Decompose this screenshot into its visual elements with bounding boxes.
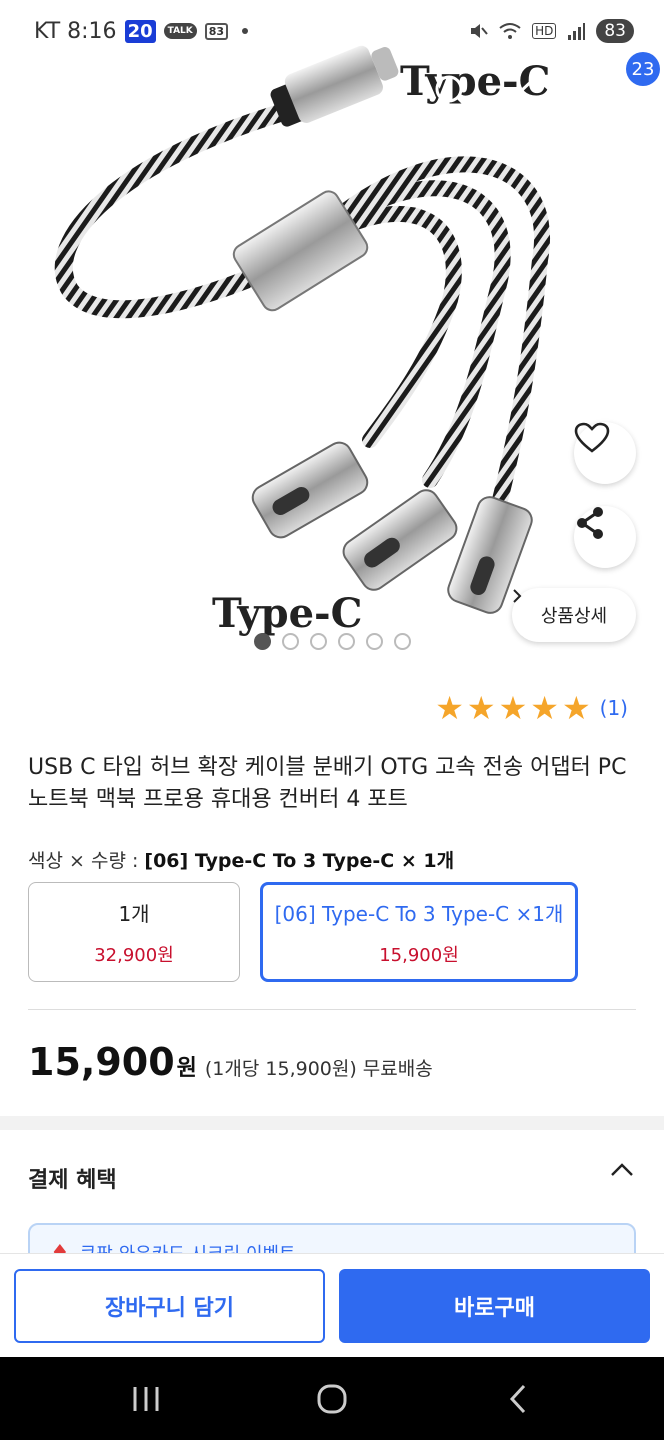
option-label-prefix: 색상 × 수량 : bbox=[28, 850, 145, 872]
search-button[interactable] bbox=[430, 70, 474, 114]
add-to-cart-button[interactable]: 장바구니 담기 bbox=[14, 1269, 325, 1343]
heart-icon bbox=[574, 422, 610, 453]
share-button[interactable] bbox=[574, 506, 636, 568]
divider bbox=[28, 1009, 636, 1010]
price-detail: (1개당 15,900원) 무료배송 bbox=[204, 1058, 433, 1080]
search-icon bbox=[435, 75, 470, 110]
carousel-dot[interactable] bbox=[366, 633, 383, 650]
rating-summary[interactable]: ★ ★ ★ ★ ★ (1) bbox=[435, 692, 628, 724]
price-row: 15,900 원 (1개당 15,900원) 무료배송 bbox=[28, 1040, 433, 1084]
carrier-time: KT 8:16 bbox=[34, 18, 117, 44]
recent-apps-button[interactable] bbox=[124, 1377, 168, 1421]
option-card-selected[interactable]: [06] Type-C To 3 Type-C ×1개 15,900원 bbox=[260, 882, 578, 982]
collapse-button[interactable] bbox=[610, 1162, 634, 1181]
mute-icon bbox=[471, 24, 488, 38]
bottom-action-bar: 장바구니 담기 바로구매 bbox=[0, 1253, 664, 1357]
wishlist-button[interactable] bbox=[574, 422, 636, 484]
system-nav-bar bbox=[0, 1357, 664, 1440]
option-label: 색상 × 수량 : [06] Type-C To 3 Type-C × 1개 bbox=[28, 846, 454, 873]
star-icon: ★ bbox=[530, 689, 559, 727]
star-icon: ★ bbox=[561, 689, 591, 727]
recent-apps-icon bbox=[133, 1387, 159, 1411]
option-price: 15,900원 bbox=[379, 944, 459, 966]
back-button[interactable] bbox=[18, 70, 62, 114]
price-currency: 원 bbox=[176, 1056, 197, 1081]
carousel-dot[interactable] bbox=[254, 633, 271, 650]
carousel-indicator bbox=[254, 633, 411, 650]
product-detail-button[interactable]: 상품상세 bbox=[512, 588, 636, 642]
cart-count-badge: 23 bbox=[626, 52, 660, 86]
price-amount: 15,900 bbox=[28, 1040, 175, 1084]
top-nav: 23 bbox=[0, 52, 664, 122]
carousel-dot[interactable] bbox=[394, 633, 411, 650]
star-icon: ★ bbox=[498, 689, 528, 727]
back-icon bbox=[509, 1384, 526, 1414]
home-circle-icon bbox=[317, 1384, 347, 1414]
carousel-dot[interactable] bbox=[310, 633, 327, 650]
home-icon bbox=[519, 74, 553, 109]
option-card[interactable]: 1개 32,900원 bbox=[28, 882, 240, 982]
option-name: [06] Type-C To 3 Type-C ×1개 bbox=[274, 901, 564, 926]
battery-indicator: 83 bbox=[596, 19, 634, 43]
type-c-label-bottom: Type-C bbox=[212, 590, 363, 637]
calendar-icon: 83 bbox=[204, 22, 229, 40]
option-name: 1개 bbox=[118, 901, 150, 926]
wifi-icon bbox=[499, 23, 521, 39]
star-icon: ★ bbox=[466, 689, 496, 727]
product-title: USB C 타입 허브 확장 케이블 분배기 OTG 고속 전송 어댑터 PC … bbox=[28, 755, 627, 812]
number-badge: 20 bbox=[124, 19, 156, 43]
talk-icon: TALK bbox=[163, 23, 197, 39]
payment-benefits-title: 결제 혜택 bbox=[28, 1168, 117, 1193]
hd-icon: HD bbox=[532, 23, 557, 39]
product-detail-label: 상품상세 bbox=[540, 606, 608, 627]
chevron-right-icon bbox=[513, 589, 522, 603]
cart-button[interactable]: 23 bbox=[598, 52, 660, 114]
back-nav-button[interactable] bbox=[496, 1377, 540, 1421]
carousel-dot[interactable] bbox=[282, 633, 299, 650]
section-separator bbox=[0, 1116, 664, 1130]
home-nav-button[interactable] bbox=[310, 1377, 354, 1421]
chevron-up-icon bbox=[611, 1163, 633, 1176]
notification-dot-icon bbox=[242, 28, 249, 34]
review-count[interactable]: (1) bbox=[600, 696, 628, 720]
option-price: 32,900원 bbox=[94, 944, 174, 966]
carousel-dot[interactable] bbox=[338, 633, 355, 650]
home-button[interactable] bbox=[514, 70, 558, 114]
star-icon: ★ bbox=[435, 689, 464, 727]
buy-now-button[interactable]: 바로구매 bbox=[339, 1269, 650, 1343]
back-arrow-icon bbox=[29, 73, 50, 111]
option-label-value: [06] Type-C To 3 Type-C × 1개 bbox=[144, 850, 455, 872]
status-bar: KT 8:16 20 TALK 83 HD 83 bbox=[0, 0, 664, 62]
signal-icon bbox=[568, 23, 586, 40]
share-icon bbox=[577, 507, 603, 539]
